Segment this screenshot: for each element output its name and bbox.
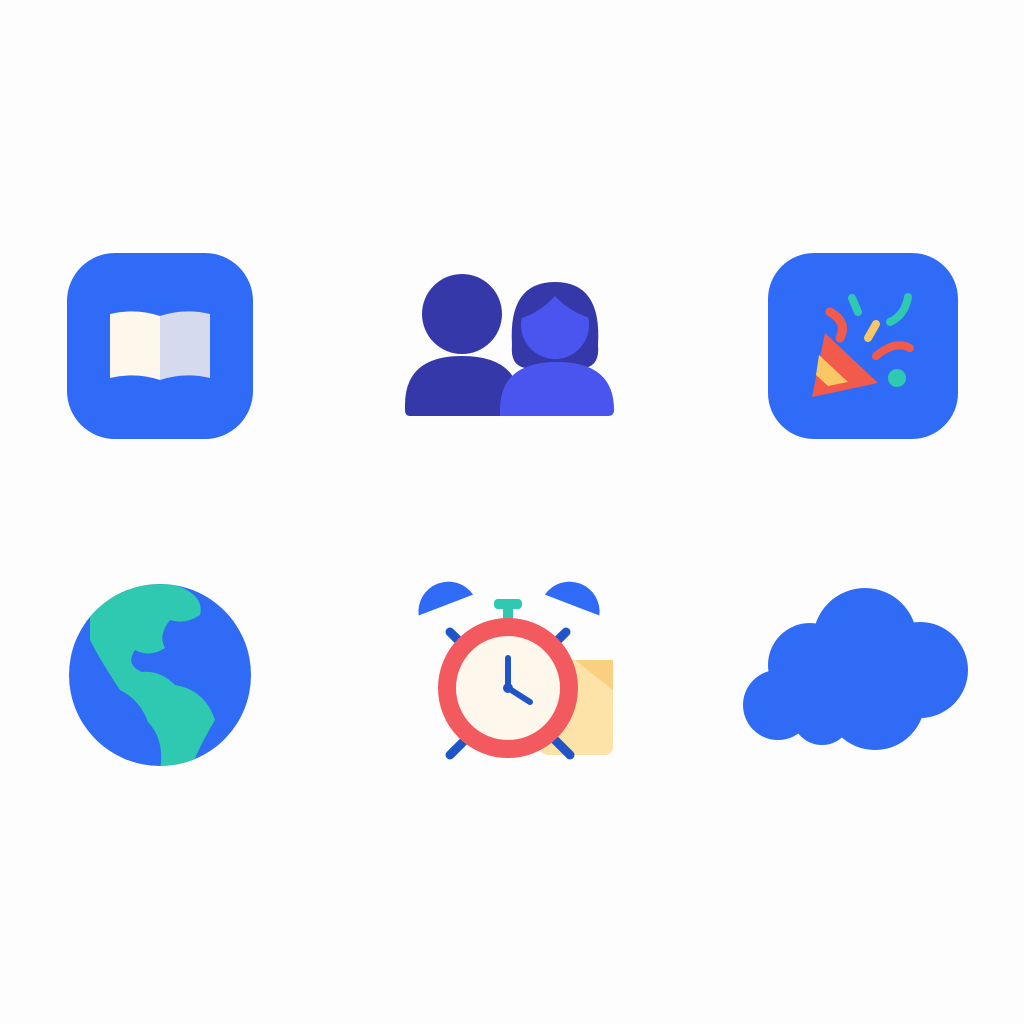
users-icon[interactable]: [405, 274, 614, 416]
icon-grid: [67, 253, 968, 770]
globe-icon[interactable]: [69, 584, 251, 770]
cloud-icon[interactable]: [743, 588, 968, 750]
party-popper-icon[interactable]: [768, 253, 958, 439]
book-icon[interactable]: [67, 253, 253, 439]
alarm-clock-icon[interactable]: [417, 577, 613, 760]
